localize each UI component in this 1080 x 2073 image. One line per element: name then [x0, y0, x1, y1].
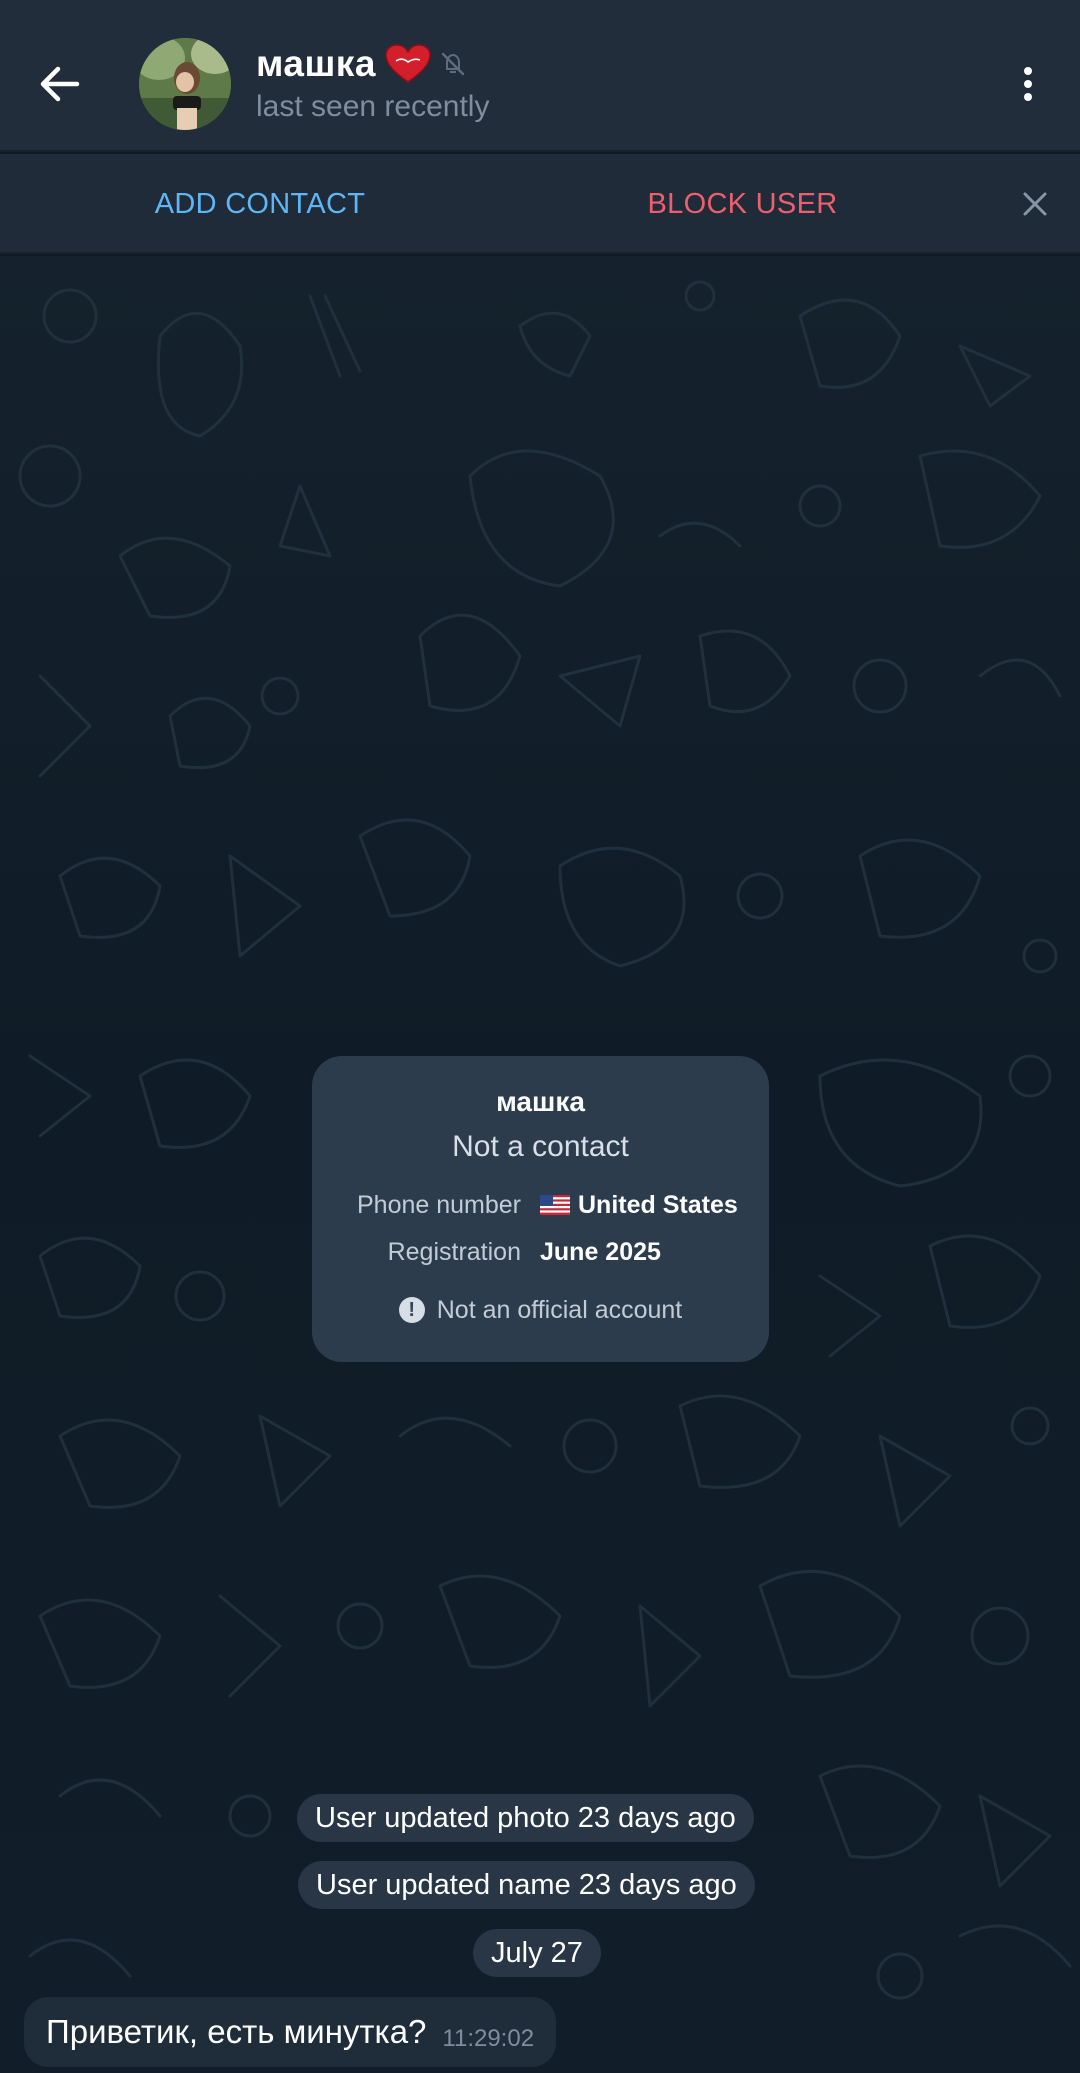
registration-value: June 2025	[540, 1238, 661, 1266]
exclamation-icon: !	[398, 1297, 425, 1323]
close-action-bar-button[interactable]	[1010, 179, 1060, 229]
info-card-name: машка	[496, 1086, 585, 1117]
registration-label: Registration	[387, 1238, 521, 1266]
registration-row: Registration June 2025	[312, 1232, 769, 1272]
incoming-message-bubble[interactable]: Приветик, есть минутка? 11:29:02	[24, 1997, 557, 2067]
info-card-subtitle: Not a contact	[452, 1130, 629, 1163]
chat-messages-area[interactable]: машка Not a contact Phone number United …	[0, 256, 1080, 2073]
avatar[interactable]	[139, 38, 231, 130]
service-message-name: User updated name 23 days ago	[298, 1861, 755, 1909]
message-text: Приветик, есть минутка?	[46, 2013, 427, 2050]
phone-number-label: Phone number	[356, 1191, 521, 1219]
block-user-button[interactable]: BLOCK USER	[620, 154, 865, 254]
contact-info-card: машка Not a contact Phone number United …	[312, 1056, 769, 1362]
service-message-photo: User updated photo 23 days ago	[297, 1794, 754, 1842]
last-seen-status: last seen recently	[256, 90, 490, 123]
contact-action-bar: ADD CONTACT BLOCK USER	[0, 154, 1080, 254]
muted-icon	[441, 52, 465, 76]
phone-country: United States	[578, 1191, 738, 1219]
chat-header: машка last seen recently	[0, 0, 1080, 152]
heart-emoji-icon	[385, 44, 431, 83]
warning-text: Not an official account	[436, 1295, 683, 1324]
close-icon	[1023, 192, 1047, 216]
more-vertical-icon	[1024, 67, 1032, 101]
date-separator: July 27	[473, 1929, 601, 1977]
back-button[interactable]	[20, 44, 100, 124]
more-options-button[interactable]	[990, 50, 1066, 118]
chat-name: машка	[256, 43, 376, 84]
us-flag-icon	[540, 1195, 570, 1215]
chat-screen: машка last seen recently ADD CONTACT BLO…	[0, 0, 1080, 2073]
avatar-photo	[139, 38, 231, 130]
message-time: 11:29:02	[442, 2025, 535, 2052]
add-contact-button[interactable]: ADD CONTACT	[140, 154, 380, 254]
arrow-left-icon	[40, 66, 80, 102]
chat-title-row[interactable]: машка	[256, 38, 466, 90]
phone-number-value: United States	[540, 1185, 738, 1225]
phone-number-row: Phone number United States	[312, 1185, 769, 1225]
official-account-warning: ! Not an official account	[312, 1290, 769, 1330]
